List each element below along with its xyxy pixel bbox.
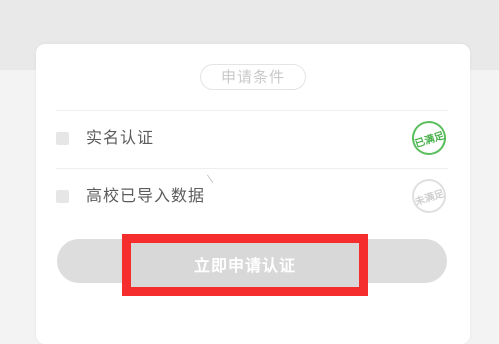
row-divider bbox=[56, 168, 448, 169]
section-title: 申请条件 bbox=[200, 64, 306, 90]
condition-label: 实名认证 bbox=[86, 128, 155, 147]
satisfied-stamp-icon: 已满足 bbox=[407, 116, 451, 160]
apply-certification-label: 立即申请认证 bbox=[193, 256, 296, 275]
section-divider bbox=[56, 110, 448, 111]
condition-row-real-name: 实名认证 已满足 bbox=[56, 112, 451, 168]
checkbox-icon[interactable] bbox=[56, 132, 69, 145]
condition-label: 高校已导入数据 bbox=[86, 186, 206, 205]
checkbox-icon[interactable] bbox=[56, 190, 69, 203]
apply-certification-button[interactable]: 立即申请认证 bbox=[122, 234, 368, 296]
condition-row-university-data: 高校已导入数据 未满足 bbox=[56, 170, 451, 226]
unsatisfied-stamp-icon: 未满足 bbox=[407, 174, 451, 218]
